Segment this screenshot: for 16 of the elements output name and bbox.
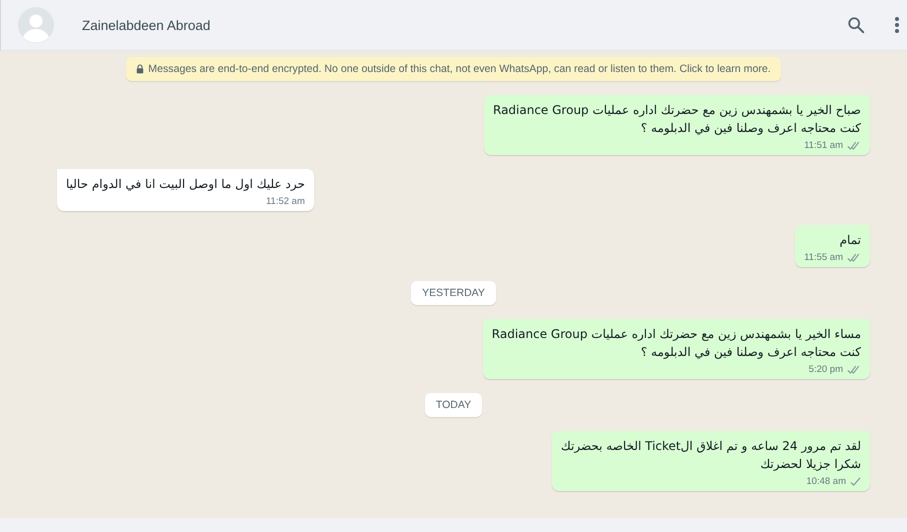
message-text: مساء الخير يا بشمهندس زين مع حضرتك اداره عمليات Radiance Group كنت محتاجه اعرف وصلنا فين في الدبلومه ؟	[492, 326, 861, 361]
menu-icon[interactable]	[895, 16, 899, 34]
message-text: حرد عليك اول ما اوصل البيت انا في الدوام حاليا	[66, 176, 305, 193]
message-text: تمام	[838, 232, 861, 249]
notice-text: Messages are end-to-end encrypted. No one outside of this chat, not even WhatsApp, can read or listen to them. Click to learn more.	[148, 63, 771, 75]
encryption-notice[interactable]: Messages are end-to-end encrypted. No one outside of this chat, not even WhatsApp, can read or listen to them. Click to learn more.	[126, 57, 781, 81]
message-time: 5:20 pm	[808, 364, 843, 375]
lock-icon	[136, 64, 144, 74]
message-time: 11:51 am	[804, 140, 843, 151]
message-text: صباح الخير يا بشمهندس زين مع حضرتك اداره عمليات Radiance Group كنت محتاجه اعرف وصلنا فين في الدبلومه ؟	[493, 102, 861, 137]
message-time: 11:55 am	[804, 252, 843, 263]
message-time: 10:48 am	[806, 476, 846, 487]
contact-name[interactable]: Zainelabdeen Abroad	[82, 18, 210, 32]
message-time: 11:52 am	[266, 196, 305, 207]
message-text: لقد تم مرور 24 ساعه و تم اغلاق الTicket الخاصه بحضرتك شكرا جزيلا لحضرتك	[560, 438, 861, 473]
search-icon[interactable]	[847, 16, 865, 34]
